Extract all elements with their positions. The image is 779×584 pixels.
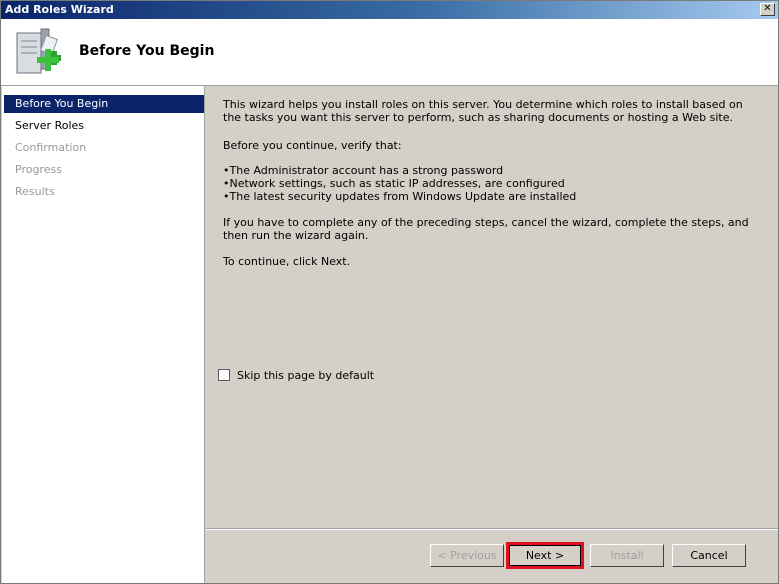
skip-page-checkbox[interactable] (218, 369, 230, 381)
step-before-you-begin[interactable]: Before You Begin (4, 95, 204, 113)
next-button[interactable]: Next > (506, 542, 584, 569)
wizard-window: Add Roles Wizard ✕ Before You Begin Befo… (0, 0, 779, 584)
title-bar[interactable]: Add Roles Wizard ✕ (1, 1, 778, 19)
bullet-text: Network settings, such as static IP addr… (229, 177, 565, 190)
verify-text: Before you continue, verify that: (223, 139, 402, 152)
step-results: Results (15, 185, 55, 198)
continue-text: To continue, click Next. (223, 255, 351, 268)
previous-button[interactable]: < Previous (430, 544, 504, 567)
preceding-steps-text: If you have to complete any of the prece… (223, 216, 749, 242)
step-server-roles[interactable]: Server Roles (2, 117, 204, 135)
bullet-text: The latest security updates from Windows… (229, 190, 577, 203)
bullet-2: •Network settings, such as static IP add… (223, 177, 753, 190)
bullet-text: The Administrator account has a strong p… (229, 164, 504, 177)
bullet-1: •The Administrator account has a strong … (223, 164, 753, 177)
skip-page-label[interactable]: Skip this page by default (237, 369, 374, 382)
wizard-header: Before You Begin (1, 19, 778, 86)
step-progress: Progress (15, 163, 62, 176)
button-separator (206, 528, 778, 530)
next-button-label: Next > (509, 545, 581, 566)
step-confirmation: Confirmation (15, 141, 87, 154)
wizard-content: This wizard helps you install roles on t… (206, 86, 778, 528)
bullet-3: •The latest security updates from Window… (223, 190, 753, 203)
install-button[interactable]: Install (590, 544, 664, 567)
cancel-button[interactable]: Cancel (672, 544, 746, 567)
wizard-steps: Before You Begin Server Roles Confirmati… (2, 86, 205, 583)
intro-text: This wizard helps you install roles on t… (223, 98, 743, 124)
window-title: Add Roles Wizard (5, 3, 114, 16)
page-title: Before You Begin (79, 43, 215, 59)
server-add-icon (16, 28, 61, 74)
close-icon[interactable]: ✕ (760, 3, 775, 16)
